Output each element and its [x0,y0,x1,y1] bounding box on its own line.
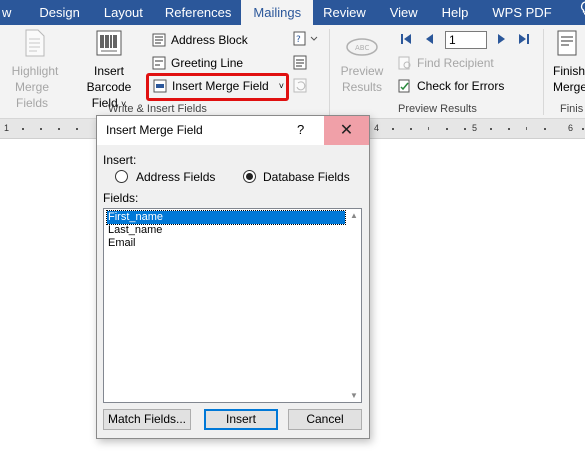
scroll-down-icon[interactable]: ▼ [350,391,358,400]
tab-wps-pdf[interactable]: WPS PDF [478,0,561,25]
highlight-merge-fields-button[interactable]: Highlight Merge Fields [4,29,66,111]
ruler-tick [410,128,412,130]
tab-layout[interactable]: Layout [90,0,153,25]
check-errors-icon [398,79,412,93]
cancel-button[interactable]: Cancel [288,409,362,430]
find-recipient-icon [398,56,412,70]
ruler-number: 4 [374,123,380,133]
database-fields-label[interactable]: Database Fields [263,170,350,184]
address-block-label: Address Block [171,33,248,47]
ribbon-tab-bar: w Design Layout References Mailings Revi… [0,0,585,25]
match-fields-icon[interactable] [293,55,309,71]
greeting-line-label: Greeting Line [171,56,244,70]
last-record-icon[interactable] [517,32,531,49]
address-fields-radio[interactable] [115,170,128,183]
close-button[interactable]: ✕ [324,116,369,145]
tab-help[interactable]: Help [428,0,479,25]
group-label-preview: Preview Results [398,103,477,115]
greeting-line-icon [152,56,166,70]
first-record-icon[interactable] [399,32,413,49]
svg-text:?: ? [296,35,301,45]
insert-merge-field-dialog: Insert Merge Field ? ✕ Insert: Address F… [96,115,370,439]
fields-listbox[interactable]: First_name Last_name Email ▲ ▼ [103,208,362,403]
match-fields-button[interactable]: Match Fields... [103,409,191,430]
rules-button[interactable]: ? [293,31,319,49]
ruler-tick [428,127,429,130]
group-label-finish: Finis [560,103,584,115]
ruler-tick [76,128,78,130]
list-item[interactable]: First_name [106,210,346,225]
help-button[interactable]: ? [297,122,304,137]
scroll-up-icon[interactable]: ▲ [350,211,358,220]
find-recipient-label: Find Recipient [417,56,494,70]
finish-label-2: Merge [553,80,585,94]
barcode-icon [95,29,123,57]
ruler-tick [490,128,492,130]
list-item[interactable]: Email [107,237,345,250]
group-separator [329,29,330,115]
find-recipient-button[interactable]: Find Recipient [398,53,494,73]
ruler-number: 5 [472,123,478,133]
tab-review[interactable]: Review [313,0,376,25]
highlight-label-2: Merge Fields [14,80,49,110]
next-record-icon[interactable] [496,32,508,49]
preview-abc-icon: ABC [345,37,379,57]
finish-merge-icon [556,29,580,57]
ruler-tick [582,128,584,130]
insert-label: Insert: [103,153,137,167]
previous-record-icon[interactable] [423,32,435,49]
address-fields-label[interactable]: Address Fields [136,170,215,184]
ruler-tick [544,128,546,130]
fields-label: Fields: [103,191,139,205]
address-block-icon [152,33,166,47]
dialog-title: Insert Merge Field [106,123,203,137]
tell-me-lightbulb-icon[interactable] [562,0,585,25]
barcode-label-1: Insert Barcode [86,64,132,94]
tab-references[interactable]: References [153,0,241,25]
ribbon-mailings: Highlight Merge Fields Insert Barcode Fi… [0,25,585,119]
insert-button[interactable]: Insert [204,409,278,430]
preview-results-button[interactable]: ABC Preview Results [334,29,390,95]
ruler-tick [508,128,510,130]
list-item[interactable]: Last_name [107,224,345,237]
ruler-tick [392,128,394,130]
insert-barcode-field-button[interactable]: Insert Barcode Field ˅ [70,29,148,112]
tab-view-partial[interactable]: w [0,0,15,25]
ruler-tick [22,128,24,130]
group-label-write-insert: Write & Insert Fields [108,103,207,115]
finish-merge-button[interactable]: Finish Merge [550,29,585,95]
finish-label-1: Finish [553,64,585,78]
ruler-tick [40,128,42,130]
address-block-button[interactable]: Address Block [152,30,248,50]
update-labels-icon [293,78,309,94]
highlight-label-1: Highlight [11,64,59,78]
tab-design[interactable]: Design [15,0,89,25]
ruler-tick [464,128,466,130]
record-number-input[interactable]: 1 [445,31,487,49]
check-for-errors-button[interactable]: Check for Errors [398,76,504,96]
preview-label-1: Preview [340,64,384,78]
database-fields-radio[interactable] [243,170,256,183]
ruler-tick [526,127,527,130]
ruler-tick [446,128,448,130]
ruler-number: 1 [4,123,10,133]
dialog-title-bar[interactable]: Insert Merge Field ? ✕ [97,116,369,145]
tab-mailings[interactable]: Mailings [241,0,314,25]
ruler-number: 6 [568,123,574,133]
tab-view[interactable]: View [376,0,428,25]
highlight-annotation-box [146,73,289,101]
group-separator [543,29,544,115]
check-errors-label: Check for Errors [417,79,505,93]
greeting-line-button[interactable]: Greeting Line [152,53,243,73]
svg-text:ABC: ABC [355,44,369,52]
document-icon [24,29,46,57]
preview-label-2: Results [341,80,382,94]
ruler-tick [58,128,60,130]
